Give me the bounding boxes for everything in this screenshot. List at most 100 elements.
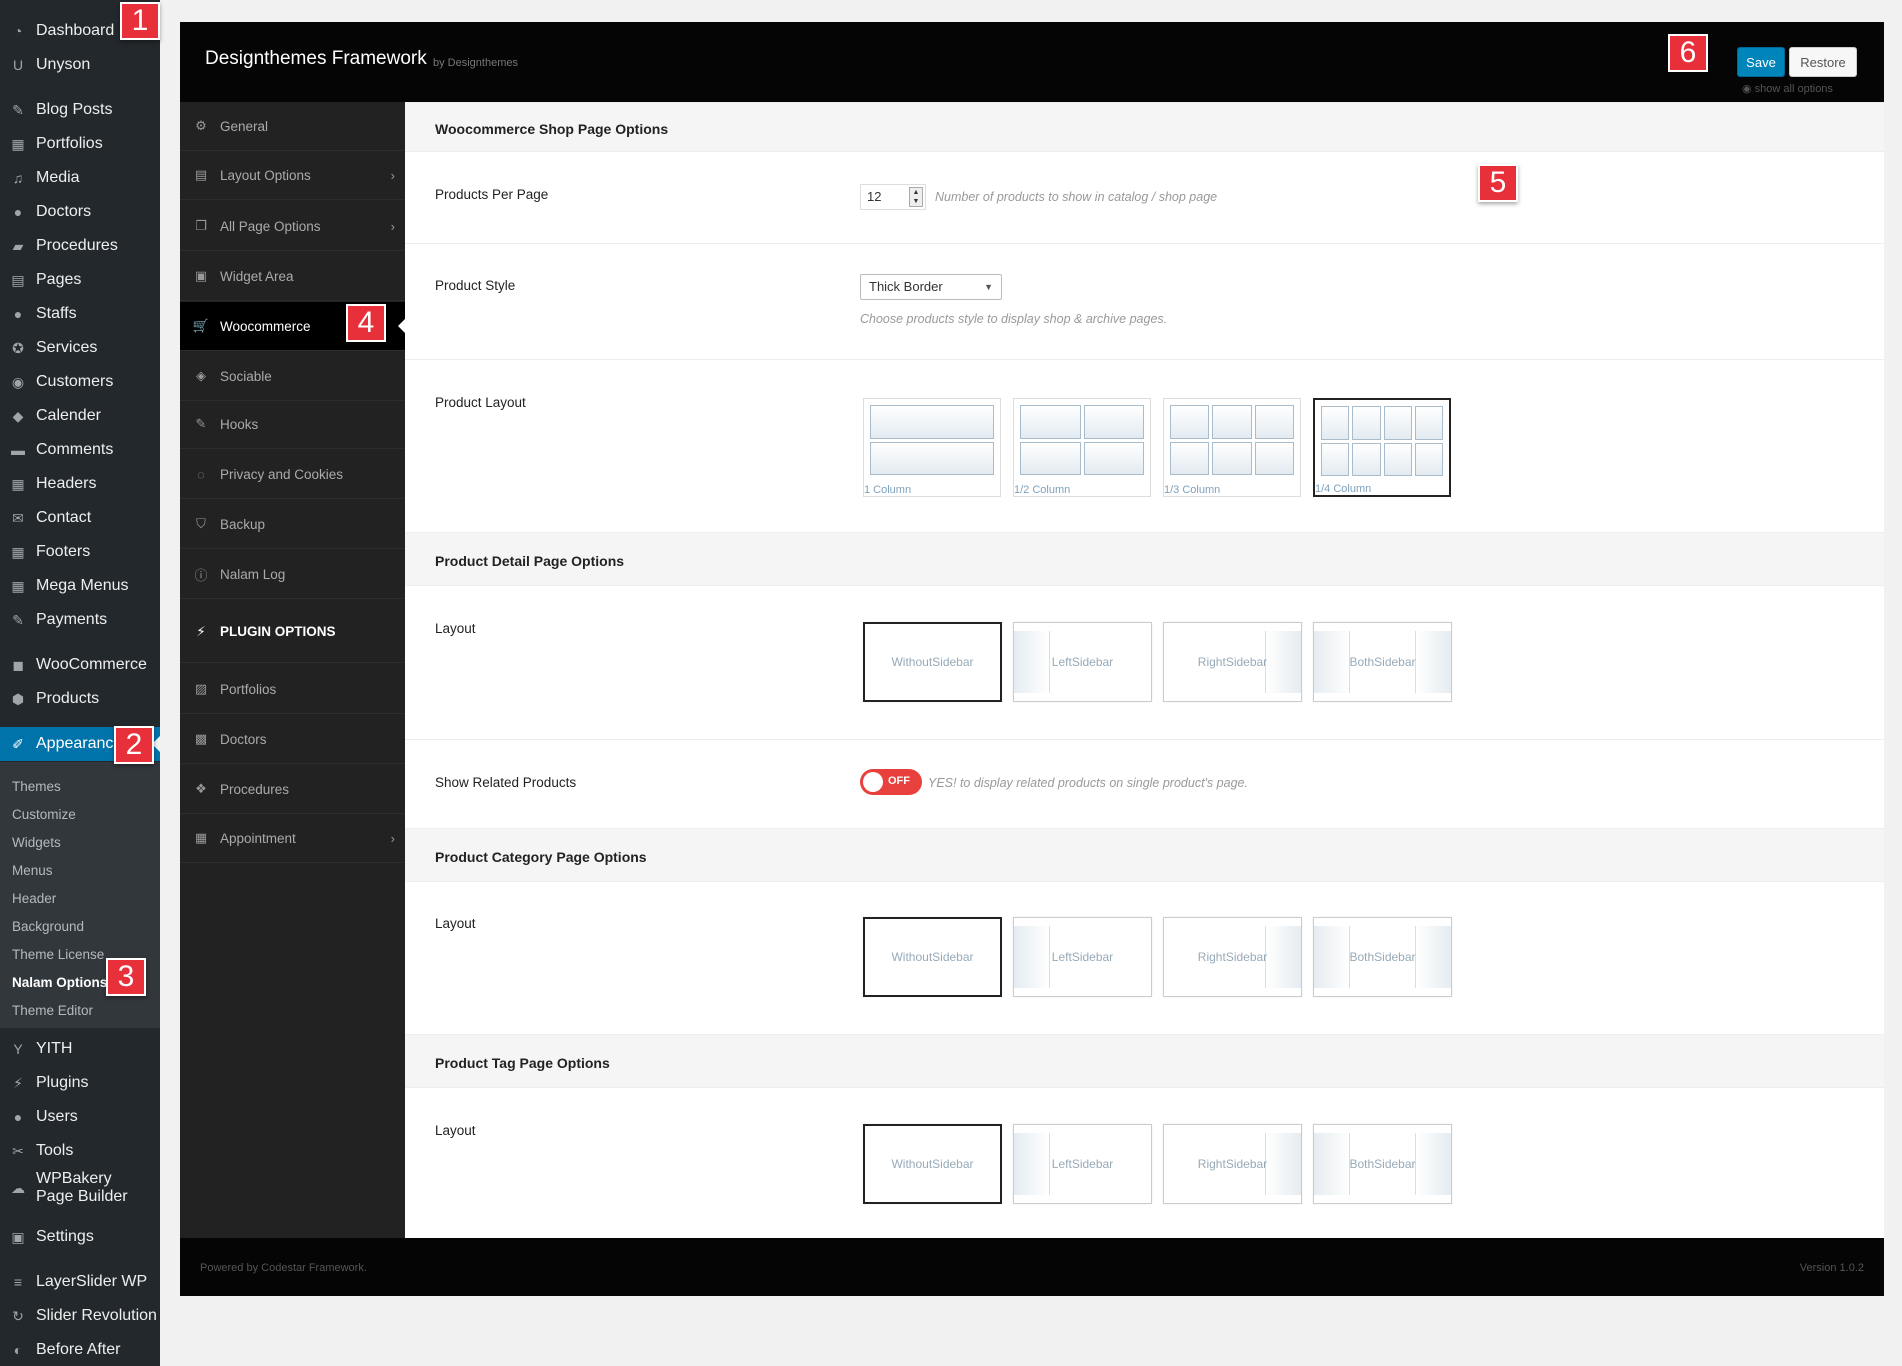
framework-header: Designthemes Framework by Designthemes S… (180, 22, 1884, 102)
nav-backup[interactable]: ⛉ Backup (180, 500, 405, 549)
users-icon: ◉ (11, 373, 25, 390)
sidebar-option-none[interactable]: Without Sidebar (863, 622, 1002, 702)
sidebar-option-both[interactable]: Both Sidebar (1313, 1124, 1452, 1204)
product-layout-option-1[interactable]: 1 Column (863, 398, 1001, 497)
layout-caption: 1/3 Column (1164, 484, 1221, 496)
wp-menu-tools[interactable]: ✂ Tools (0, 1134, 160, 1168)
wp-menu-portfolios[interactable]: ▦ Portfolios (0, 127, 160, 161)
wp-menu-layerslider-wp[interactable]: ≡ LayerSlider WP (0, 1265, 160, 1299)
user-icon: ● (13, 204, 23, 220)
wp-menu-label: WooCommerce (36, 656, 147, 673)
nav-doctors[interactable]: ▩ Doctors (180, 715, 405, 764)
wp-menu-label: Plugins (36, 1074, 89, 1091)
wp-menu-procedures[interactable]: ▰ Procedures (0, 229, 160, 263)
sidebar-option-left[interactable]: Left Sidebar (1013, 917, 1152, 997)
product-style-label: Product Style (435, 278, 516, 293)
wp-menu-comments[interactable]: ▬ Comments (0, 433, 160, 467)
wp-menu-footers[interactable]: ▦ Footers (0, 535, 160, 569)
wp-menu-label: Footers (36, 543, 91, 560)
wp-menu-label: Headers (36, 475, 97, 492)
nav-general[interactable]: ⚙ General (180, 102, 405, 151)
product-style-select[interactable]: Thick Border ▼ (860, 274, 1002, 300)
wp-submenu-menus[interactable]: Menus (12, 859, 53, 883)
save-button[interactable]: Save (1737, 47, 1785, 77)
nav-widget-area[interactable]: ▣ Widget Area (180, 252, 405, 301)
related-products-desc: YES! to display related products on sing… (928, 776, 1248, 790)
restore-button[interactable]: Restore (1789, 47, 1857, 77)
sidebar-option-right[interactable]: Right Sidebar (1163, 622, 1302, 702)
wp-menu-payments[interactable]: ✎ Payments (0, 603, 160, 637)
wp-menu-doctors[interactable]: ● Doctors (0, 195, 160, 229)
framework-panel: Designthemes Framework by Designthemes S… (180, 22, 1884, 1296)
wp-menu-users[interactable]: ● Users (0, 1100, 160, 1134)
wp-submenu-customize[interactable]: Customize (12, 803, 76, 827)
wp-submenu-themes[interactable]: Themes (12, 775, 61, 799)
wp-menu-contact[interactable]: ✉ Contact (0, 501, 160, 535)
wp-menu-settings[interactable]: ▣ Settings (0, 1220, 160, 1254)
wp-menu-customers[interactable]: ◉ Customers (0, 365, 160, 399)
product-layout-option-4[interactable]: 1/4 Column (1313, 398, 1451, 497)
chevron-right-icon: › (390, 830, 395, 846)
related-products-toggle[interactable]: OFF (860, 769, 922, 795)
nav-all-page-options[interactable]: ❐ All Page Options › (180, 202, 405, 251)
product-layout-option-2[interactable]: 1/2 Column (1013, 398, 1151, 497)
sidebar-option-both[interactable]: Both Sidebar (1313, 917, 1452, 997)
show-all-options-link[interactable]: ◉ show all options (1742, 82, 1833, 95)
nav-layout-options[interactable]: ▤ Layout Options › (180, 151, 405, 200)
cloud-icon: ☁ (11, 1179, 25, 1196)
wp-submenu-theme-license[interactable]: Theme License (12, 943, 104, 967)
sidebar-option-line1: Without (891, 1157, 933, 1171)
chevron-right-icon: › (390, 167, 395, 183)
sidebar-option-none[interactable]: Without Sidebar (863, 917, 1002, 997)
sidebar-option-text: Right Sidebar (1164, 623, 1301, 701)
wp-menu-unyson[interactable]: U Unyson (0, 48, 160, 82)
wp-submenu-widgets[interactable]: Widgets (12, 831, 61, 855)
wp-menu-plugins[interactable]: ⚡ Plugins (0, 1066, 160, 1100)
sidebar-option-line2: Sidebar (1374, 655, 1416, 669)
sidebar-option-both[interactable]: Both Sidebar (1313, 622, 1452, 702)
sidebar-option-none[interactable]: Without Sidebar (863, 1124, 1002, 1204)
wp-submenu-nalam-options[interactable]: Nalam Options (12, 971, 107, 995)
sidebar-option-left[interactable]: Left Sidebar (1013, 1124, 1152, 1204)
sidebar-option-line1: Both (1349, 655, 1375, 669)
nav-hooks[interactable]: ✎ Hooks (180, 400, 405, 449)
product-layout-option-3[interactable]: 1/3 Column (1163, 398, 1301, 497)
sidebar-option-left[interactable]: Left Sidebar (1013, 622, 1152, 702)
box-icon: ⬢ (11, 690, 25, 707)
wp-menu-headers[interactable]: ▦ Headers (0, 467, 160, 501)
share-icon: ◈ (196, 368, 206, 383)
nav-nalam-log[interactable]: ⓘ Nalam Log (180, 550, 405, 599)
wp-menu-services[interactable]: ✪ Services (0, 331, 160, 365)
number-spinner-icon[interactable]: ▲ ▼ (909, 187, 923, 207)
wp-menu-wpbakery-page-builder[interactable]: ☁ WPBakery Page Builder (0, 1168, 160, 1208)
sidebar-option-right[interactable]: Right Sidebar (1163, 917, 1302, 997)
wp-menu-blog-posts[interactable]: ✎ Blog Posts (0, 93, 160, 127)
nav-sociable[interactable]: ◈ Sociable (180, 352, 405, 401)
layout-cell (1212, 441, 1252, 475)
sidebar-option-line1: Left (1051, 655, 1072, 669)
wp-menu-before-after[interactable]: ◐ Before After (0, 1333, 160, 1366)
wp-submenu-header[interactable]: Header (12, 887, 56, 911)
nav-privacy-and-cookies[interactable]: ◌ Privacy and Cookies (180, 450, 405, 499)
sidebar-option-line1: Without (891, 950, 933, 964)
wp-menu-products[interactable]: ⬢ Products (0, 682, 160, 716)
wp-menu-woocommerce[interactable]: ◼ WooCommerce (0, 648, 160, 682)
sidebar-option-text: Right Sidebar (1164, 918, 1301, 996)
wp-menu-slider-revolution[interactable]: ↻ Slider Revolution (0, 1299, 160, 1333)
nav-procedures[interactable]: ❖ Procedures (180, 765, 405, 814)
wp-menu-staffs[interactable]: ● Staffs (0, 297, 160, 331)
wp-menu-media[interactable]: ♫ Media (0, 161, 160, 195)
wp-menu-calender[interactable]: ◆ Calender (0, 399, 160, 433)
products-per-page-input[interactable]: 12 ▲ ▼ (860, 184, 926, 210)
nav-appointment[interactable]: ▦ Appointment › (180, 814, 405, 863)
wp-submenu-theme-editor[interactable]: Theme Editor (12, 999, 93, 1023)
wp-menu-mega-menus[interactable]: ▦ Mega Menus (0, 569, 160, 603)
sidebar-option-right[interactable]: Right Sidebar (1163, 1124, 1302, 1204)
framework-content: Woocommerce Shop Page Options Products P… (405, 102, 1884, 1238)
wp-menu-pages[interactable]: ▤ Pages (0, 263, 160, 297)
nav-portfolios[interactable]: ▨ Portfolios (180, 665, 405, 714)
layout-cell (1083, 441, 1144, 475)
wp-menu-yith[interactable]: Y YITH (0, 1032, 160, 1066)
wp-submenu-background[interactable]: Background (12, 915, 84, 939)
sidebar-option-text: Left Sidebar (1014, 918, 1151, 996)
